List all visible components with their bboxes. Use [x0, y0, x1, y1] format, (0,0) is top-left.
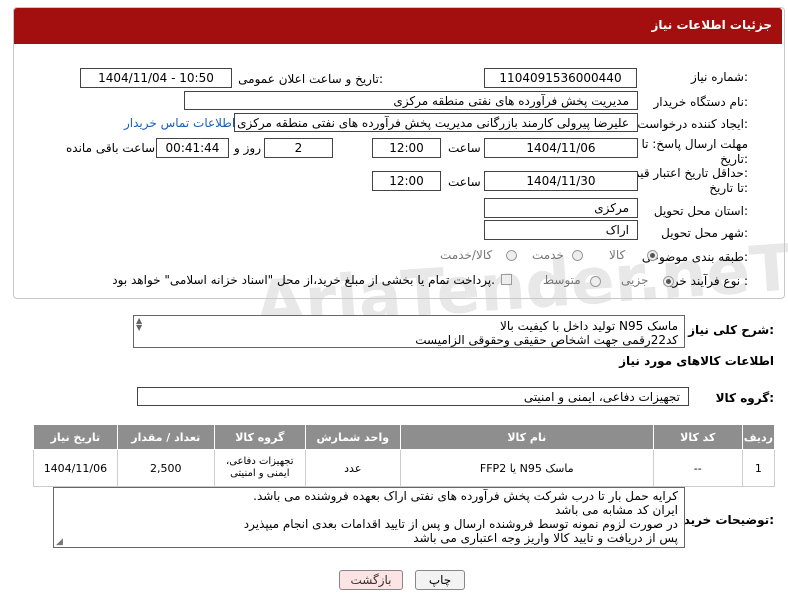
- cell-date: 1404/11/06: [33, 449, 118, 487]
- reply-time-label: ساعت: [448, 141, 481, 155]
- cell-unit: عدد: [304, 449, 401, 487]
- reply-time-field: 12:00: [372, 138, 441, 158]
- treasury-payment-checkbox[interactable]: [501, 274, 512, 285]
- col-qty-header: تعداد / مقدار: [116, 424, 215, 450]
- buyer-notes-label: توضیحات خریدار:: [672, 513, 774, 527]
- buyer-note-line-1: کرایه حمل بار تا درب شرکت پخش فرآورده ها…: [253, 489, 678, 503]
- process-radio-minor[interactable]: [663, 276, 674, 287]
- print-button[interactable]: چاپ: [415, 570, 465, 590]
- process-type-label: نوع فرآیند خرید :: [663, 274, 748, 288]
- need-number-field: 1104091536000440: [484, 68, 637, 88]
- back-button[interactable]: بازگشت: [339, 570, 403, 590]
- category-radio-service[interactable]: [572, 250, 583, 261]
- cell-row: 1: [741, 449, 776, 487]
- province-label: استان محل تحویل:: [653, 204, 748, 218]
- goods-table-header: ردیف کد کالا نام کالا واحد شمارش گروه کا…: [33, 424, 776, 450]
- time-remaining-label: ساعت باقی مانده: [66, 141, 156, 155]
- city-field: اراک: [484, 220, 638, 240]
- process-minor-label: جزیی: [621, 273, 649, 287]
- category-goods-service-label: کالا/خدمت: [440, 248, 493, 262]
- category-radio-goods[interactable]: [647, 250, 658, 261]
- reply-deadline-label-line2: تاریخ:: [720, 152, 748, 166]
- category-radio-goods-service[interactable]: [506, 250, 517, 261]
- summary-line-1: ماسک N95 تولید داخل با کیفیت بالا: [500, 319, 678, 333]
- reply-deadline-label: مهلت ارسال پاسخ: تا تاریخ:: [641, 137, 748, 167]
- price-deadline-label-line1: حداقل تاریخ اعتبار قیمت:: [621, 166, 748, 180]
- reply-deadline-label-line1: مهلت ارسال پاسخ: تا: [641, 137, 748, 151]
- creator-label: ایجاد کننده درخواست:: [637, 117, 748, 131]
- days-label: روز و: [234, 141, 261, 155]
- creator-field: علیرضا پیرولی کارمند بازرگانی مدیریت پخش…: [234, 113, 638, 132]
- col-row-header: ردیف: [741, 424, 776, 450]
- col-date-header: تاریخ نیاز: [33, 424, 118, 450]
- treasury-payment-note: پرداخت تمام یا بخشی از مبلغ خرید،از محل …: [112, 273, 495, 287]
- panel-header: جزئیات اطلاعات نیاز: [14, 8, 782, 44]
- cell-code: --: [652, 449, 743, 487]
- buyer-org-label: نام دستگاه خریدار:: [653, 95, 749, 109]
- col-unit-header: واحد شمارش: [304, 424, 401, 450]
- buyer-notes-textarea[interactable]: کرایه حمل بار تا درب شرکت پخش فرآورده ها…: [53, 487, 685, 548]
- buyer-note-line-3: در صورت لزوم نمونه توسط فروشنده ارسال و …: [243, 517, 678, 531]
- goods-section-title: اطلاعات کالاهای مورد نیاز: [619, 354, 774, 368]
- price-date-field: 1404/11/30: [484, 171, 638, 191]
- category-goods-label: کالا: [609, 248, 626, 262]
- price-time-field: 12:00: [372, 171, 441, 191]
- panel-title: جزئیات اطلاعات نیاز: [651, 18, 772, 32]
- table-row: 1 -- ماسک N95 یا FFP2 عدد تجهیزات دفاعی،…: [33, 449, 776, 487]
- cell-qty: 2,500: [116, 449, 215, 487]
- announce-field: 1404/11/04 - 10:50: [80, 68, 232, 88]
- process-radio-medium[interactable]: [590, 276, 601, 287]
- category-service-label: خدمت: [532, 248, 564, 262]
- buyer-note-line-2: ایران کد مشابه می باشد: [554, 503, 678, 517]
- buyer-org-field: مدیریت پخش فرآورده های نفتی منطقه مرکزی: [184, 91, 638, 110]
- cell-group: تجهیزات دفاعی، ایمنی و امنیتی: [213, 449, 306, 487]
- price-time-label: ساعت: [448, 175, 481, 189]
- need-number-label: شماره نیاز:: [690, 70, 748, 84]
- goods-group-field: تجهیزات دفاعی، ایمنی و امنیتی: [137, 387, 689, 406]
- summary-scroll-icon[interactable]: ▲ ▼: [136, 317, 142, 332]
- time-remaining-field: 00:41:44: [156, 138, 229, 158]
- col-group-header: گروه کالا: [213, 424, 306, 450]
- days-remaining-field: 2: [264, 138, 333, 158]
- buyer-note-line-4: پس از دریافت و تایید کالا واریز وجه اعتب…: [413, 531, 678, 545]
- reply-date-field: 1404/11/06: [484, 138, 638, 158]
- price-deadline-label-line2: تا تاریخ:: [709, 181, 748, 195]
- summary-line-2: کد22رقمی جهت اشخاص حقیقی وحقوقی الزامیست: [415, 333, 678, 347]
- col-code-header: کد کالا: [652, 424, 743, 450]
- city-label: شهر محل تحویل:: [661, 226, 748, 240]
- process-medium-label: متوسط: [543, 273, 581, 287]
- goods-table: ردیف کد کالا نام کالا واحد شمارش گروه کا…: [33, 424, 776, 487]
- contact-buyer-link[interactable]: اطلاعات تماس خریدار: [124, 116, 235, 130]
- col-name-header: نام کالا: [399, 424, 654, 450]
- goods-group-label: گروه کالا:: [715, 391, 774, 405]
- cell-name: ماسک N95 یا FFP2: [399, 449, 654, 487]
- price-deadline-label: حداقل تاریخ اعتبار قیمت: تا تاریخ:: [621, 166, 748, 196]
- resize-grip-icon[interactable]: ◢: [56, 537, 63, 547]
- province-field: مرکزی: [484, 198, 638, 218]
- summary-label: شرح کلی نیاز:: [688, 323, 774, 337]
- summary-textarea[interactable]: ماسک N95 تولید داخل با کیفیت بالا کد22رق…: [133, 315, 685, 348]
- announce-label: تاریخ و ساعت اعلان عمومی:: [238, 72, 383, 86]
